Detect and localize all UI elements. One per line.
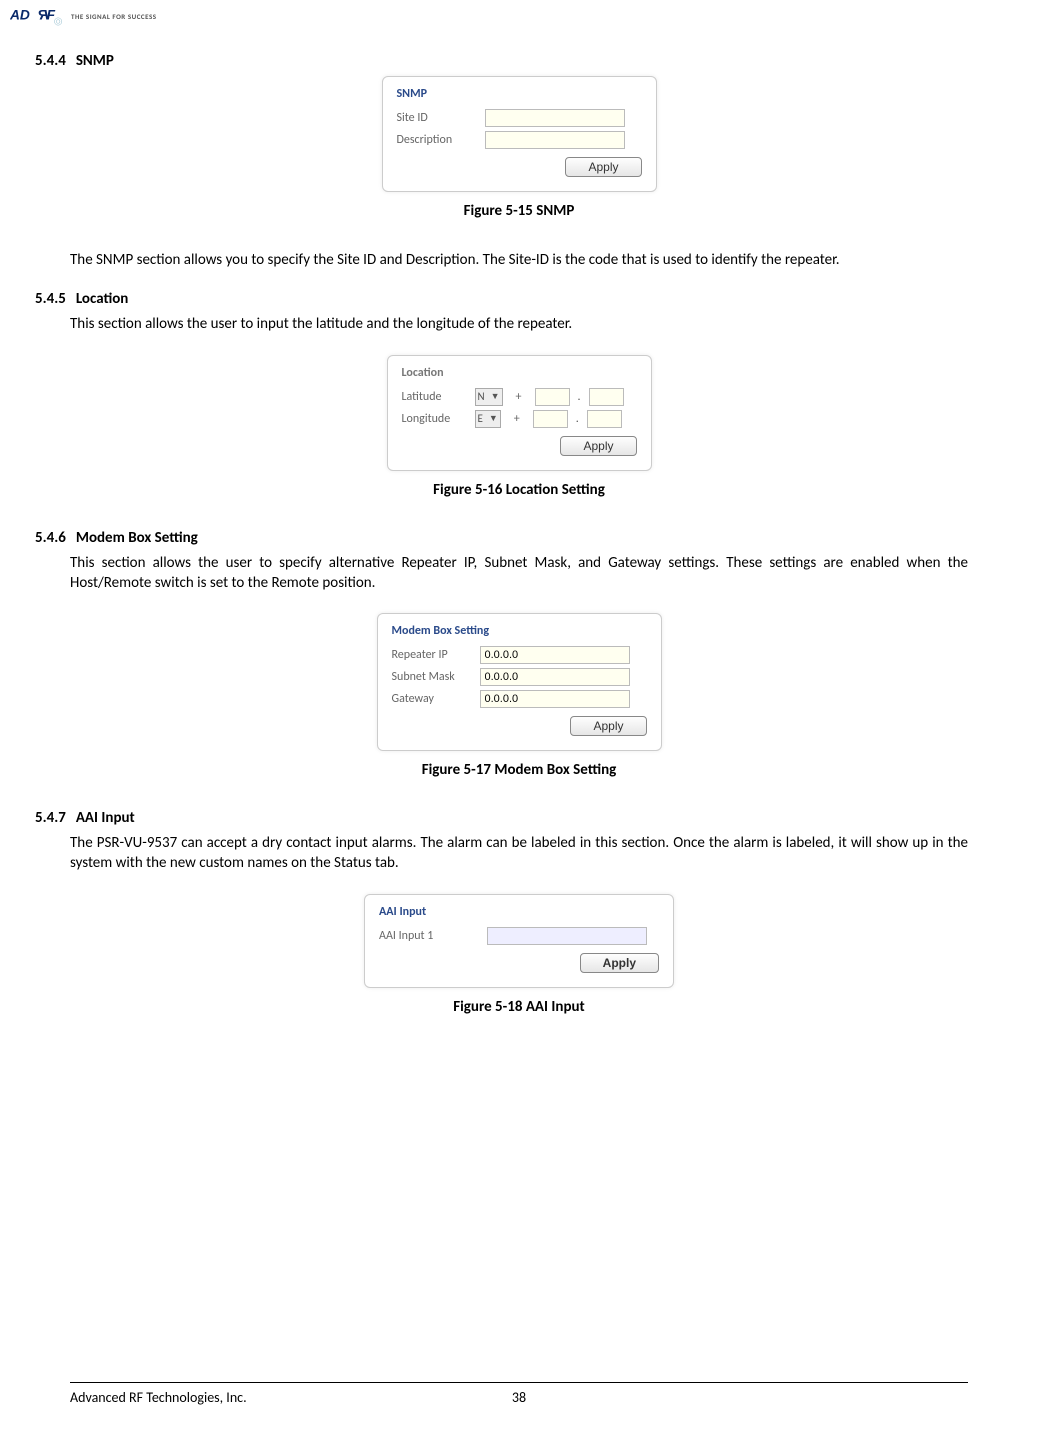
section-title: SNMP (76, 52, 114, 70)
snmp-body-text: The SNMP section allows you to specify t… (70, 250, 968, 270)
section-heading-aai: 5.4.7 AAI Input (35, 809, 968, 827)
figure-caption-location: Figure 5-16 Location Setting (70, 481, 968, 499)
footer-page-number: 38 (512, 1389, 526, 1406)
figure-caption-modem: Figure 5-17 Modem Box Setting (70, 761, 968, 779)
repeater-ip-label: Repeater IP (392, 648, 472, 662)
section-number: 5.4.4 (35, 52, 66, 70)
repeater-ip-input[interactable] (480, 646, 630, 664)
section-heading-snmp: 5.4.4 SNMP (35, 52, 968, 70)
longitude-direction-select[interactable]: E ▼ (475, 410, 501, 428)
select-value: N (478, 390, 485, 403)
snmp-apply-button[interactable]: Apply (565, 157, 641, 177)
subnet-mask-input[interactable] (480, 668, 630, 686)
logo-tagline: THE SIGNAL FOR SUCCESS (71, 12, 157, 21)
dot-sep: . (578, 390, 581, 404)
location-panel: Location Latitude N ▼ + . Longitude E ▼ … (387, 355, 652, 471)
aai-input1-label: AAI Input 1 (379, 929, 479, 943)
section-title: Modem Box Setting (76, 529, 198, 547)
gateway-input[interactable] (480, 690, 630, 708)
adrf-logo-icon: AD R F (10, 5, 65, 27)
section-heading-modem: 5.4.6 Modem Box Setting (35, 529, 968, 547)
longitude-min-input[interactable] (587, 410, 622, 428)
description-label: Description (397, 133, 477, 147)
description-input[interactable] (485, 131, 625, 149)
page-footer: Advanced RF Technologies, Inc. 38 (70, 1382, 968, 1406)
subnet-mask-label: Subnet Mask (392, 670, 472, 684)
latitude-direction-select[interactable]: N ▼ (475, 388, 503, 406)
longitude-deg-input[interactable] (533, 410, 568, 428)
svg-text:F: F (47, 8, 56, 23)
aai-panel: AAI Input AAI Input 1 Apply (364, 894, 674, 988)
latitude-min-input[interactable] (589, 388, 624, 406)
header-logo-bar: AD R F THE SIGNAL FOR SUCCESS (10, 5, 968, 27)
section-title: Location (76, 290, 129, 308)
location-body-text: This section allows the user to input th… (70, 314, 968, 334)
section-number: 5.4.6 (35, 529, 66, 547)
modem-panel-title: Modem Box Setting (392, 624, 647, 638)
modem-apply-button[interactable]: Apply (570, 716, 646, 736)
aai-input1-field[interactable] (487, 927, 647, 945)
longitude-label: Longitude (402, 412, 467, 426)
figure-caption-snmp: Figure 5-15 SNMP (70, 202, 968, 220)
chevron-down-icon: ▼ (491, 391, 500, 402)
dot-sep: . (576, 412, 579, 426)
snmp-panel: SNMP Site ID Description Apply (382, 76, 657, 192)
modem-body-text: This section allows the user to specify … (70, 553, 968, 594)
chevron-down-icon: ▼ (489, 413, 498, 424)
section-number: 5.4.5 (35, 290, 66, 308)
section-number: 5.4.7 (35, 809, 66, 827)
plus-sign: + (511, 390, 527, 404)
location-apply-button[interactable]: Apply (560, 436, 636, 456)
plus-sign: + (509, 412, 525, 426)
latitude-label: Latitude (402, 390, 467, 404)
aai-apply-button[interactable]: Apply (580, 953, 659, 973)
site-id-label: Site ID (397, 111, 477, 125)
section-heading-location: 5.4.5 Location (35, 290, 968, 308)
aai-panel-title: AAI Input (379, 905, 659, 919)
aai-body-text: The PSR-VU-9537 can accept a dry contact… (70, 833, 968, 874)
svg-text:AD: AD (10, 8, 30, 23)
site-id-input[interactable] (485, 109, 625, 127)
location-panel-title: Location (402, 366, 637, 380)
gateway-label: Gateway (392, 692, 472, 706)
section-title: AAI Input (76, 809, 135, 827)
latitude-deg-input[interactable] (535, 388, 570, 406)
figure-caption-aai: Figure 5-18 AAI Input (70, 998, 968, 1016)
select-value: E (478, 412, 483, 425)
snmp-panel-title: SNMP (397, 87, 642, 101)
modem-panel: Modem Box Setting Repeater IP Subnet Mas… (377, 613, 662, 751)
